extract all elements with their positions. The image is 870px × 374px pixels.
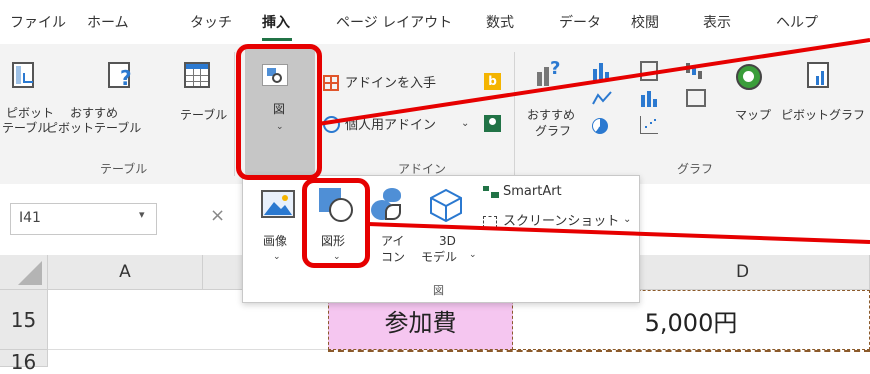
callout-line-illustrations [317, 38, 870, 126]
callout-line-shapes [367, 222, 870, 244]
callout-lines [317, 38, 870, 244]
